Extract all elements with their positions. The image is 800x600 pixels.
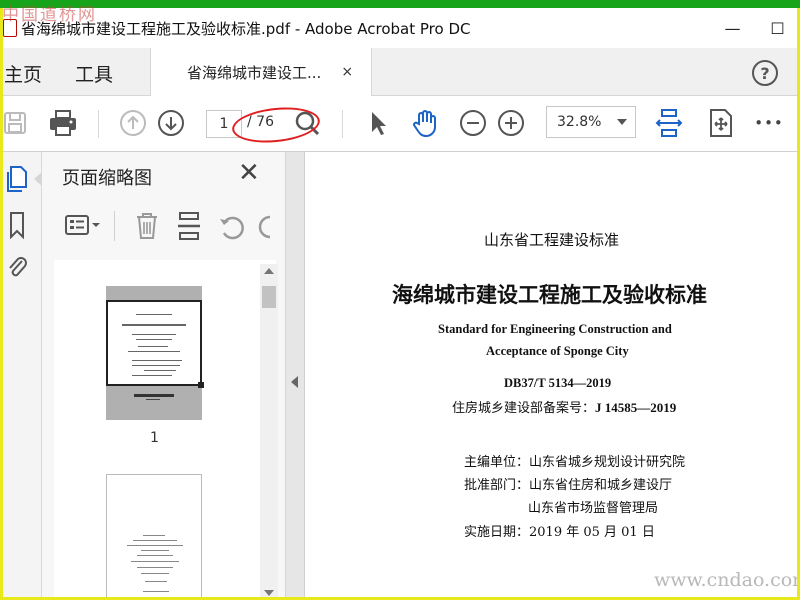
panel-pointer: [34, 172, 42, 186]
rotate-right-icon[interactable]: [258, 213, 272, 245]
thumb-text-line: [127, 545, 183, 546]
tab-document[interactable]: 省海绵城市建设工... ×: [150, 48, 372, 96]
thumb-text-line: [128, 351, 180, 352]
zoom-level-dropdown[interactable]: 32.8%: [546, 106, 636, 138]
thumb-text-line: [137, 555, 173, 556]
toolbar-divider: [98, 110, 99, 138]
thumbnail-panel-title: 页面缩略图: [62, 168, 152, 189]
thumb-text-line: [132, 360, 182, 361]
more-tools-icon[interactable]: •••: [752, 106, 786, 140]
page-thumbnail-1-selected-frame: [106, 300, 202, 386]
zoom-level-value: 32.8%: [557, 114, 602, 130]
minimize-button[interactable]: —: [710, 8, 755, 48]
toolbar-divider: [342, 110, 343, 138]
close-icon[interactable]: ✕: [238, 160, 260, 186]
main-toolbar: •••: [0, 96, 800, 152]
tab-document-label: 省海绵城市建设工...: [187, 63, 322, 82]
thumbnail-scrollbar[interactable]: [260, 264, 278, 600]
thumb-text-line: [136, 314, 172, 315]
thumb-text-line: [131, 561, 179, 562]
insert-page-icon[interactable]: [176, 211, 202, 245]
page-thumbnail-1-number: 1: [150, 430, 159, 446]
thumb-publisher-logo: [134, 394, 174, 397]
scrollbar-thumb[interactable]: [262, 286, 276, 308]
thumb-text-line: [132, 334, 176, 335]
thumbnail-resize-handle[interactable]: [198, 382, 204, 388]
doc-title-en-line1: Standard for Engineering Construction an…: [438, 322, 672, 336]
thumb-text-line: [132, 365, 180, 366]
tab-home[interactable]: 主页: [4, 60, 42, 87]
navigation-rail: [0, 152, 42, 600]
window-controls: — ☐: [710, 8, 800, 48]
tab-tools[interactable]: 工具: [75, 60, 113, 87]
select-tool-icon[interactable]: [360, 106, 394, 140]
zoom-out-icon[interactable]: [456, 106, 490, 140]
thumb-text-line: [138, 346, 168, 347]
scroll-up-arrow-icon[interactable]: [264, 268, 274, 274]
thumb-text-line: [144, 370, 176, 371]
doc-approver-2: 山东省市场监督管理局: [528, 501, 659, 516]
doc-editor: 主编单位：山东省城乡规划设计研究院: [464, 455, 686, 470]
doc-title-en-line2: Acceptance of Sponge City: [486, 344, 629, 358]
thumb-text-line: [141, 550, 169, 551]
zoom-in-icon[interactable]: [494, 106, 528, 140]
hand-tool-icon[interactable]: [408, 106, 442, 140]
chevron-down-icon: [617, 119, 627, 125]
page-thumbnails-icon[interactable]: [4, 164, 30, 194]
window-top-accent-bar: [0, 0, 800, 8]
thumb-text-line: [143, 591, 169, 592]
thumb-text-line: [143, 535, 165, 536]
toolbar-divider: [114, 211, 115, 241]
full-screen-icon[interactable]: [704, 106, 738, 140]
thumb-text-line: [132, 375, 172, 376]
page-thumbnail-2[interactable]: [106, 474, 202, 600]
thumb-text-line: [146, 399, 160, 400]
thumb-text-line: [137, 567, 173, 568]
tab-bar: 主页 工具 省海绵城市建设工... × ?: [0, 48, 800, 96]
attachment-icon[interactable]: [4, 252, 30, 282]
save-icon[interactable]: [0, 106, 32, 140]
thumbnail-options-icon[interactable]: [64, 213, 102, 243]
thumb-text-line: [122, 324, 186, 326]
watermark-top: 中国道桥网: [2, 5, 97, 25]
doc-standard-code: DB37/T 5134—2019: [504, 376, 612, 390]
doc-approver-1: 批准部门：山东省住房和城乡建设厅: [464, 478, 673, 493]
thumb-text-line: [136, 339, 172, 340]
previous-page-icon[interactable]: [116, 106, 150, 140]
doc-record-value: J 14585—2019: [595, 400, 677, 415]
thumbnail-toolbar: [42, 207, 286, 247]
doc-record-number: 住房城乡建设部备案号：J 14585—2019: [452, 397, 676, 416]
rotate-left-icon[interactable]: [218, 213, 246, 245]
help-icon[interactable]: ?: [752, 60, 778, 86]
doc-record-label: 住房城乡建设部备案号：: [452, 401, 596, 416]
scroll-down-arrow-icon[interactable]: [264, 590, 274, 596]
delete-page-icon[interactable]: [134, 211, 160, 245]
fit-page-icon[interactable]: [652, 106, 686, 140]
thumb-text-line: [145, 581, 167, 582]
doc-standard-type: 山东省工程建设标准: [484, 231, 620, 249]
doc-effective-date: 实施日期：2019 年 05 月 01 日: [464, 525, 655, 540]
print-icon[interactable]: [46, 106, 80, 140]
doc-title-cn: 海绵城市建设工程施工及验收标准: [392, 282, 707, 307]
thumb-text-line: [141, 573, 169, 574]
tab-close-icon[interactable]: ×: [341, 64, 353, 80]
thumb-text-line: [133, 540, 177, 541]
collapse-panel-icon[interactable]: [291, 376, 298, 388]
next-page-icon[interactable]: [154, 106, 188, 140]
title-bar: 省海绵城市建设工程施工及验收标准.pdf - Adobe Acrobat Pro…: [0, 8, 800, 48]
watermark-bottom: www.cndao.com: [654, 569, 800, 591]
maximize-button[interactable]: ☐: [755, 8, 800, 48]
bookmark-icon[interactable]: [4, 210, 30, 240]
